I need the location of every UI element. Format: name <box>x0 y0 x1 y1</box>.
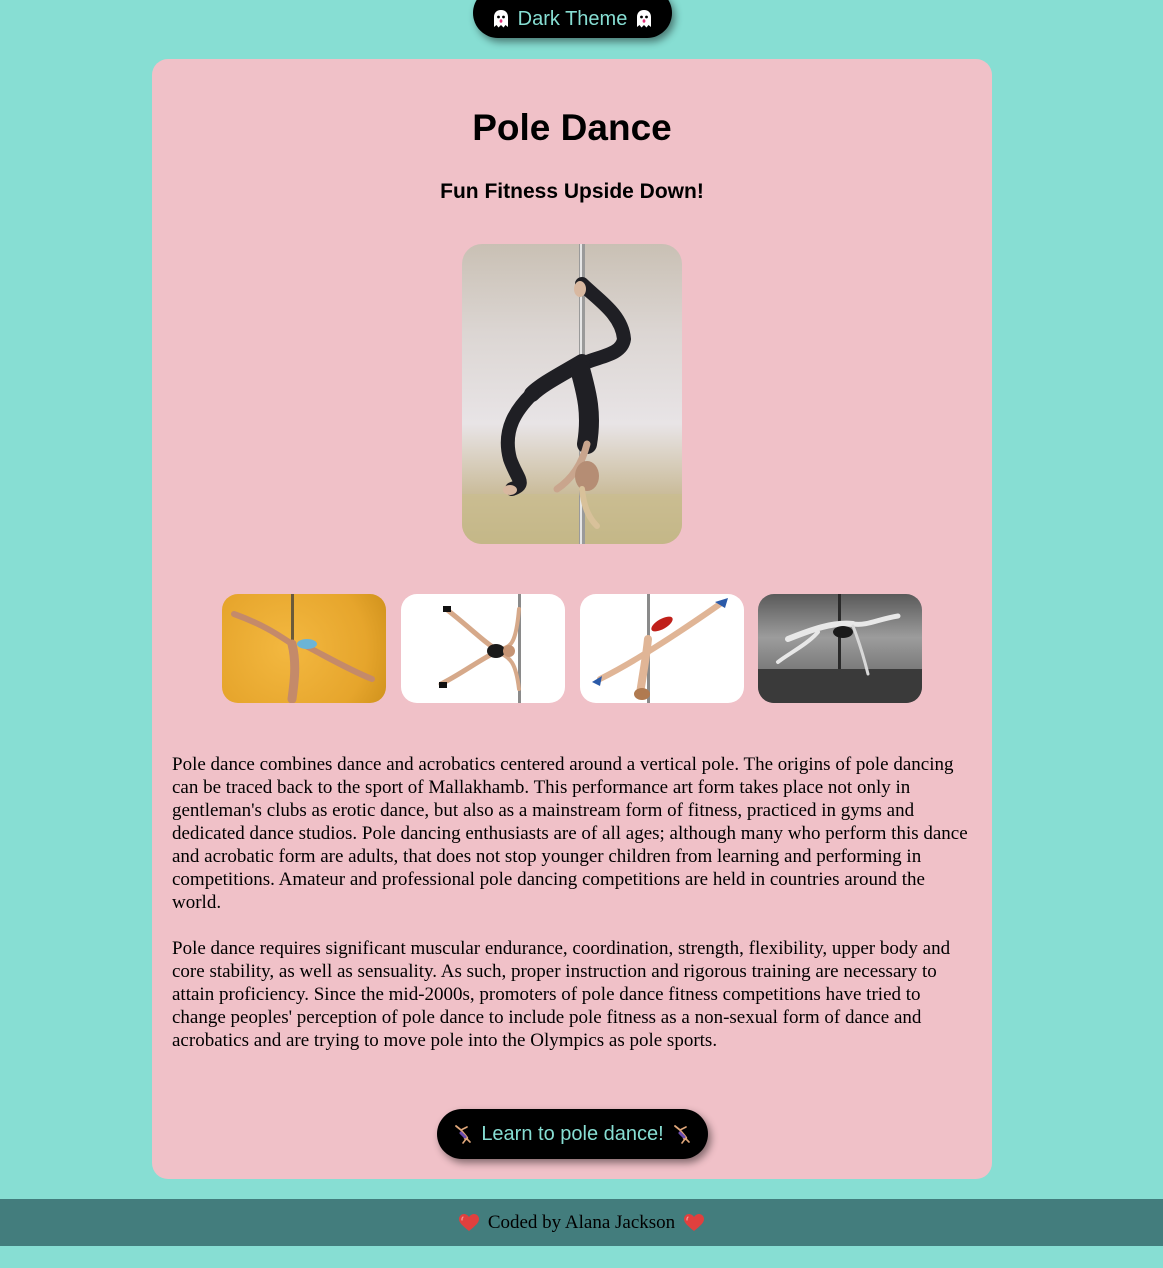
footer: Coded by Alana Jackson <box>0 1199 1163 1246</box>
gymnast-icon <box>672 1124 692 1144</box>
hero-image <box>462 244 682 544</box>
learn-pole-dance-label: Learn to pole dance! <box>481 1122 664 1145</box>
page-subtitle: Fun Fitness Upside Down! <box>440 180 704 203</box>
page-title: Pole Dance <box>472 107 672 148</box>
gymnast-icon <box>453 1124 473 1144</box>
intro-paragraph: Pole dance combines dance and acrobatics… <box>172 754 968 913</box>
learn-pole-dance-button[interactable]: Learn to pole dance! <box>437 1109 708 1159</box>
content-card: Pole Dance Fun Fitness Upside Down! Pole… <box>152 59 992 1179</box>
gallery-photo-4[interactable] <box>758 594 922 703</box>
photo-gallery <box>222 594 922 703</box>
gallery-photo-3[interactable] <box>580 594 744 703</box>
ghost-icon <box>493 10 509 28</box>
dark-theme-button[interactable]: Dark Theme <box>473 0 672 38</box>
footer-credit: Coded by Alana Jackson <box>487 1211 676 1233</box>
gallery-photo-1[interactable] <box>222 594 386 703</box>
dark-theme-label: Dark Theme <box>517 7 628 30</box>
ghost-icon <box>636 10 652 28</box>
requirements-paragraph: Pole dance requires significant muscular… <box>172 938 951 1051</box>
heart-icon <box>684 1213 705 1232</box>
gallery-photo-2[interactable] <box>401 594 565 703</box>
heart-icon <box>458 1213 479 1232</box>
